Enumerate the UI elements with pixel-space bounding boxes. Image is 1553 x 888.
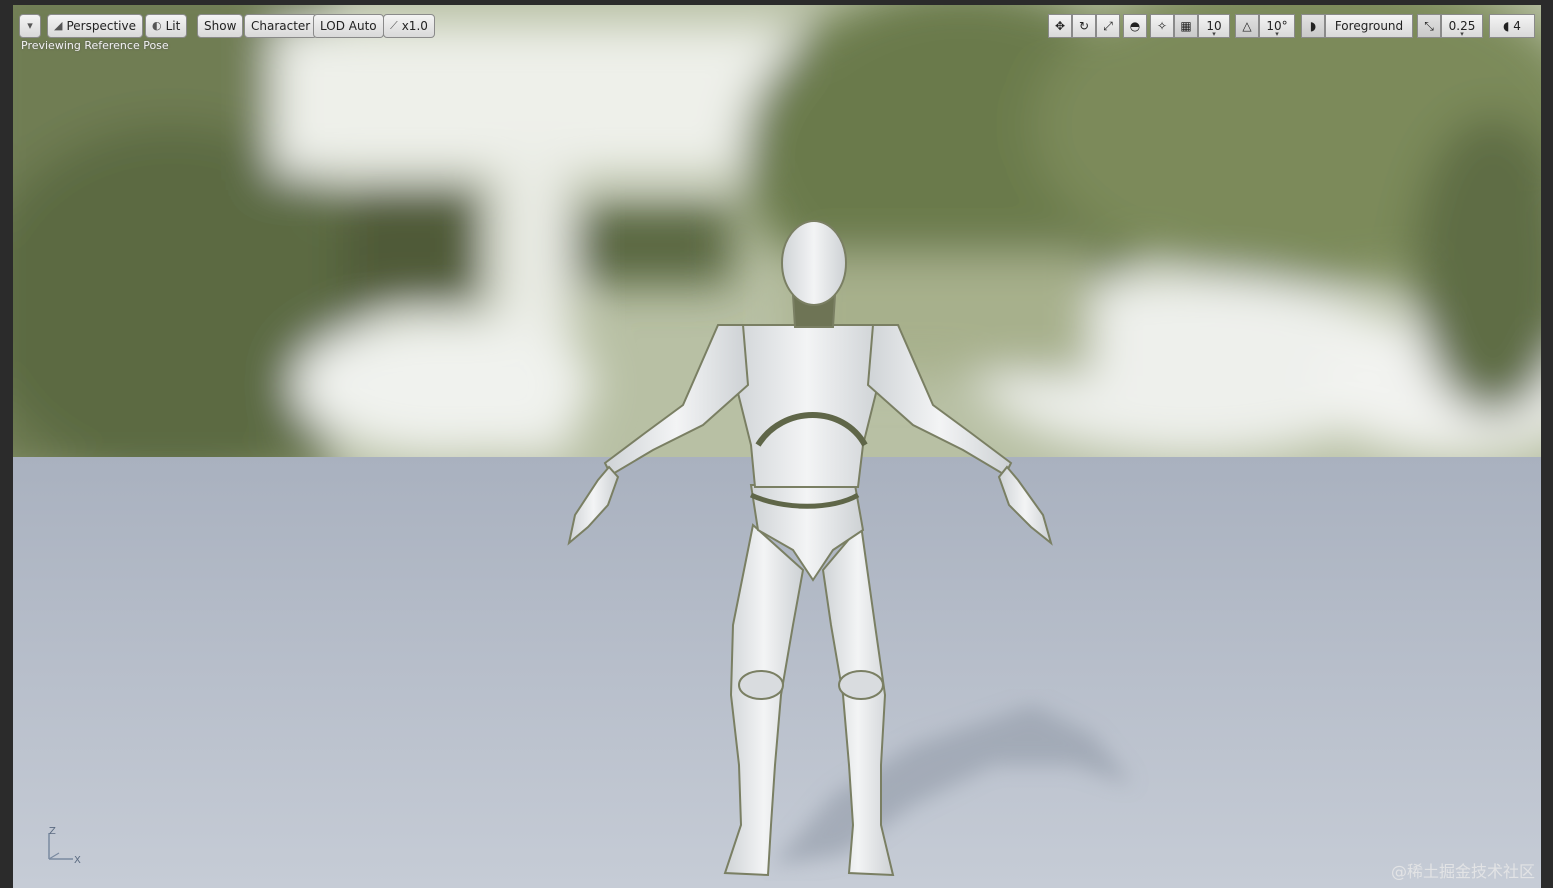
lit-label: Lit <box>165 19 181 33</box>
perspective-label: Perspective <box>66 19 136 33</box>
camera-speed-value-label: 4 <box>1513 19 1521 33</box>
foreground-label: Foreground <box>1334 19 1404 33</box>
rotate-mode-button[interactable]: ↻ <box>1072 14 1096 38</box>
surface-snap-icon: ✧ <box>1156 19 1168 33</box>
scale-snap-value[interactable]: 0.25 ▾ <box>1441 14 1483 38</box>
camera-speed-button[interactable]: ◖ 4 <box>1489 14 1535 38</box>
grid-snap-value[interactable]: 10 ▾ <box>1198 14 1230 38</box>
surface-snap-button[interactable]: ✧ <box>1150 14 1174 38</box>
scale-icon: ⤢ <box>1103 19 1113 33</box>
scale-snap-toggle[interactable]: ⤡ <box>1417 14 1441 38</box>
axis-z-label: Z <box>49 826 56 837</box>
rotation-snap-value[interactable]: 10° ▾ <box>1259 14 1295 38</box>
scale-mode-button[interactable]: ⤢ <box>1096 14 1120 38</box>
viewport-toolbar: ▾ ◢ Perspective ◐ Lit Show Character LOD… <box>13 9 1541 38</box>
viewport-status-text: Previewing Reference Pose <box>21 39 169 52</box>
coordinate-system-button[interactable]: ◓ <box>1123 14 1147 38</box>
camera-speed-icon: ◖ <box>1503 19 1510 33</box>
move-icon: ✥ <box>1054 19 1066 33</box>
speed-label: x1.0 <box>401 19 428 33</box>
axis-gizmo: Z X <box>48 826 81 866</box>
view-mode-button[interactable]: ◐ Lit <box>145 14 188 38</box>
grid-snap-toggle[interactable]: ▦ <box>1174 14 1198 38</box>
angle-icon: △ <box>1242 19 1252 33</box>
world-icon: ◓ <box>1129 19 1141 33</box>
watermark-text: @稀土掘金技术社区 <box>1390 862 1535 881</box>
show-label: Show <box>204 19 237 33</box>
layer-icon: ◗ <box>1309 19 1317 33</box>
chevron-down-icon: ▾ <box>27 19 33 32</box>
lod-button[interactable]: LOD Auto <box>313 14 384 38</box>
speed-icon: ⟋ <box>390 19 398 32</box>
grid-icon: ▦ <box>1180 19 1192 33</box>
camera-icon: ◢ <box>54 19 63 32</box>
lit-icon: ◐ <box>152 19 162 32</box>
viewport-options-button[interactable]: ▾ <box>19 14 41 38</box>
scale-snap-icon: ⤡ <box>1424 19 1434 33</box>
scene-background <box>13 5 1541 888</box>
viewport[interactable]: ▾ ◢ Perspective ◐ Lit Show Character LOD… <box>13 5 1541 888</box>
rotate-icon: ↻ <box>1078 19 1090 33</box>
layer-toggle[interactable]: ◗ <box>1301 14 1325 38</box>
rotation-snap-toggle[interactable]: △ <box>1235 14 1259 38</box>
show-button[interactable]: Show <box>197 14 244 38</box>
lod-label: LOD Auto <box>320 19 377 33</box>
character-label: Character <box>251 19 311 33</box>
translate-mode-button[interactable]: ✥ <box>1048 14 1072 38</box>
foreground-dropdown[interactable]: Foreground <box>1325 14 1413 38</box>
playback-speed-button[interactable]: ⟋ x1.0 <box>383 14 435 38</box>
perspective-button[interactable]: ◢ Perspective <box>47 14 143 38</box>
character-button[interactable]: Character <box>244 14 318 38</box>
axis-x-label: X <box>74 855 81 866</box>
